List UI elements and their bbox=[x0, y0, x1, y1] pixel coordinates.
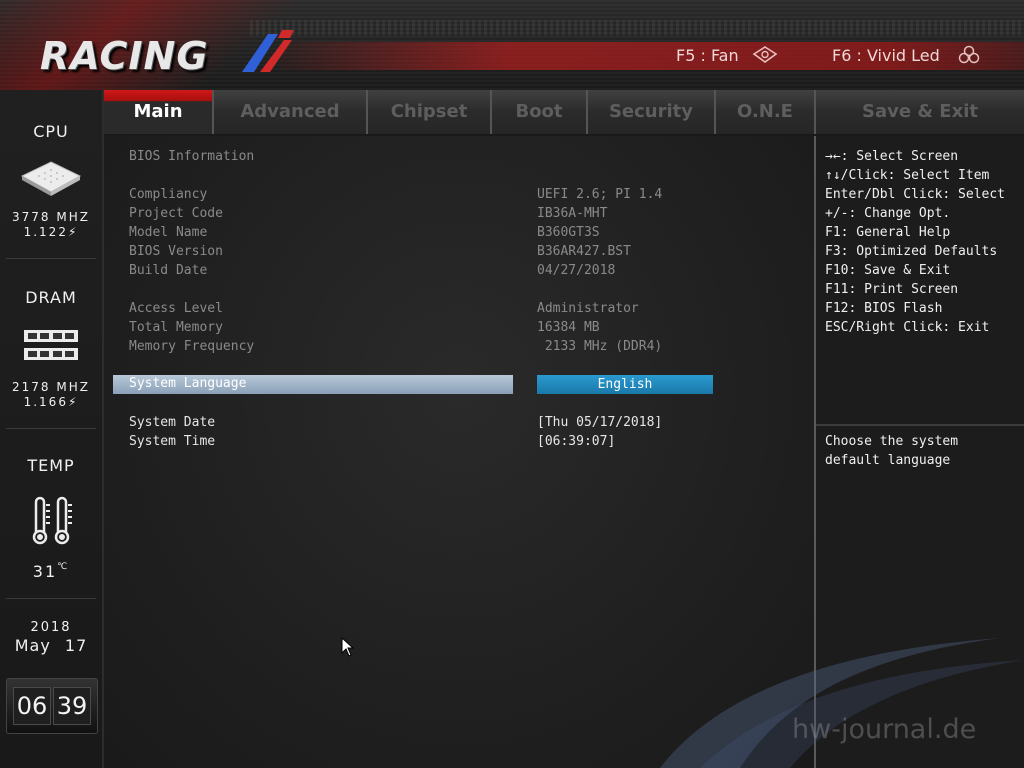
help-divider bbox=[816, 424, 1024, 426]
fan-icon[interactable] bbox=[752, 45, 778, 65]
system-date-label[interactable]: System Date bbox=[129, 415, 215, 431]
cpu-icon bbox=[20, 161, 82, 196]
help-key-line: ESC/Right Click: Exit bbox=[825, 320, 990, 335]
tab-advanced[interactable]: Advanced bbox=[214, 90, 368, 134]
led-icon[interactable] bbox=[956, 45, 982, 65]
racing-logo: RACING bbox=[40, 34, 209, 78]
cpu-frequency: 3778 MHZ bbox=[12, 210, 90, 224]
help-key-line: ↑↓/Click: Select Item bbox=[825, 168, 990, 183]
help-key-line: F11: Print Screen bbox=[825, 282, 959, 297]
section-title: BIOS Information bbox=[129, 149, 255, 164]
compliancy-value: UEFI 2.6; PI 1.4 bbox=[537, 187, 663, 202]
help-key-line: F10: Save & Exit bbox=[825, 263, 951, 278]
dram-voltage: 1.166⚡ bbox=[0, 395, 102, 409]
cpu-voltage: 1.122⚡ bbox=[0, 225, 102, 239]
sidebar-divider bbox=[6, 258, 96, 259]
sidebar-divider bbox=[6, 598, 96, 599]
voltage-bolt-icon: ⚡ bbox=[67, 395, 79, 409]
watermark-text: hw-journal.de bbox=[792, 714, 977, 745]
header: RACING F5 : Fan F6 : Vivid Led bbox=[0, 0, 1024, 90]
model-name-value: B360GT3S bbox=[537, 225, 600, 240]
cpu-voltage-value: 1.122 bbox=[23, 225, 68, 239]
total-memory-label: Total Memory bbox=[129, 320, 223, 335]
header-stripe-texture bbox=[250, 20, 1024, 36]
celsius-icon: ℃ bbox=[57, 562, 70, 572]
tab-main[interactable]: Main bbox=[104, 90, 214, 134]
temp-title: TEMP bbox=[27, 456, 75, 475]
voltage-bolt-icon: ⚡ bbox=[67, 225, 79, 239]
system-time-value[interactable]: [06:39:07] bbox=[537, 434, 615, 450]
system-language-row[interactable]: System Language bbox=[113, 375, 513, 394]
system-language-label: System Language bbox=[129, 376, 247, 391]
thermometer-icon bbox=[32, 496, 72, 545]
system-time-label[interactable]: System Time bbox=[129, 434, 215, 450]
tab-security[interactable]: Security bbox=[588, 90, 716, 134]
hardware-monitor-sidebar: CPU 3778 MHZ 1.122⚡ DRAM 2178 MHZ 1.166⚡… bbox=[0, 90, 104, 768]
tab-one[interactable]: O.N.E bbox=[716, 90, 816, 134]
system-language-select[interactable]: English bbox=[537, 375, 713, 394]
cpu-title: CPU bbox=[33, 122, 69, 141]
bios-version-value: B36AR427.BST bbox=[537, 244, 631, 259]
access-level-label: Access Level bbox=[129, 301, 223, 316]
tab-boot[interactable]: Boot bbox=[492, 90, 588, 134]
mouse-cursor-icon bbox=[341, 637, 355, 657]
date-month-day: May 17 bbox=[14, 636, 88, 655]
help-key-line: →←: Select Screen bbox=[825, 149, 959, 164]
access-level-value: Administrator bbox=[537, 301, 639, 316]
sidebar-divider bbox=[6, 428, 96, 429]
digital-clock: 06 39 bbox=[6, 678, 98, 734]
project-code-value: IB36A-MHT bbox=[537, 206, 608, 221]
system-date-value[interactable]: [Thu 05/17/2018] bbox=[537, 415, 662, 431]
memory-frequency-value: 2133 MHz (DDR4) bbox=[537, 339, 663, 354]
model-name-label: Model Name bbox=[129, 225, 208, 240]
dram-icon bbox=[24, 330, 78, 360]
date-year: 2018 bbox=[30, 620, 72, 635]
tab-bar: Main Advanced Chipset Boot Security O.N.… bbox=[104, 90, 1024, 136]
help-key-line: Enter/Dbl Click: Select bbox=[825, 187, 1006, 202]
help-key-line: F12: BIOS Flash bbox=[825, 301, 943, 316]
help-key-line: +/-: Change Opt. bbox=[825, 206, 951, 221]
temperature-value: 31 bbox=[32, 562, 58, 581]
fan-shortcut-label[interactable]: F5 : Fan bbox=[676, 46, 739, 65]
dram-frequency: 2178 MHZ bbox=[12, 380, 90, 394]
build-date-value: 04/27/2018 bbox=[537, 263, 616, 278]
project-code-label: Project Code bbox=[129, 206, 223, 221]
vivid-led-shortcut-label[interactable]: F6 : Vivid Led bbox=[832, 46, 940, 65]
watermark-swoosh-icon bbox=[660, 638, 1024, 768]
help-description-line: default language bbox=[825, 453, 951, 468]
clock-minutes: 39 bbox=[53, 687, 91, 725]
racing-logo-mark-icon bbox=[242, 30, 294, 72]
clock-hours: 06 bbox=[13, 687, 51, 725]
bios-version-label: BIOS Version bbox=[129, 244, 223, 259]
memory-frequency-label: Memory Frequency bbox=[129, 339, 255, 354]
dram-title: DRAM bbox=[25, 288, 77, 307]
help-key-line: F3: Optimized Defaults bbox=[825, 244, 998, 259]
help-key-line: F1: General Help bbox=[825, 225, 951, 240]
help-description-line: Choose the system bbox=[825, 434, 959, 449]
temperature-readout: 31℃ bbox=[0, 562, 102, 581]
tab-chipset[interactable]: Chipset bbox=[368, 90, 492, 134]
total-memory-value: 16384 MB bbox=[537, 320, 600, 335]
build-date-label: Build Date bbox=[129, 263, 208, 278]
tab-save-exit[interactable]: Save & Exit bbox=[816, 90, 1024, 134]
compliancy-label: Compliancy bbox=[129, 187, 208, 202]
dram-voltage-value: 1.166 bbox=[23, 395, 68, 409]
